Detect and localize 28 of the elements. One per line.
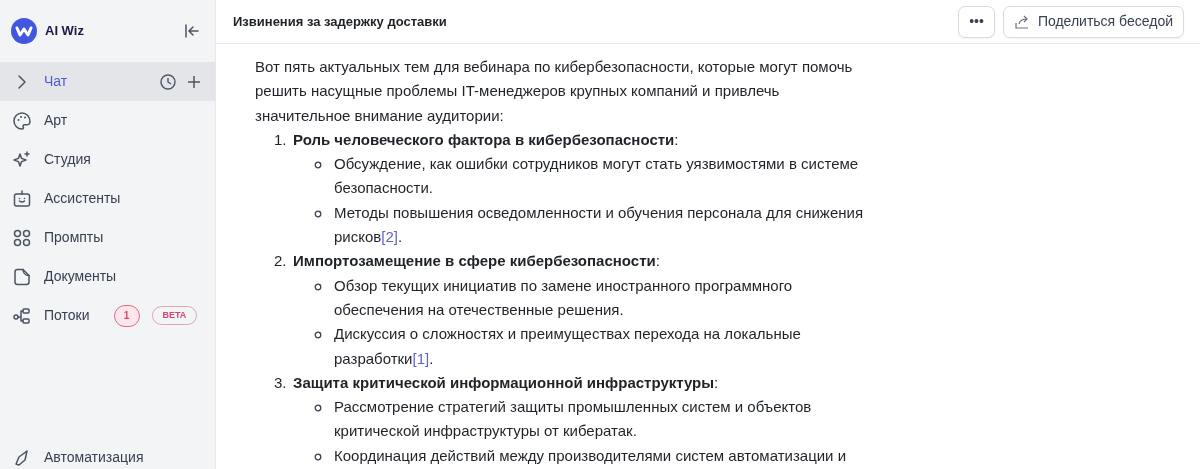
list-number: 3. (274, 372, 288, 393)
list-number: 2. (274, 251, 288, 272)
sidebar-item[interactable]: Потоки 1 BETA (0, 296, 215, 335)
count-badge: 1 (113, 304, 140, 327)
sidebar-item[interactable]: Документы (0, 257, 215, 296)
message-paragraph: Вот пять актуальных тем для вебинара по кибербезопасности, которые могут помочь решить насущные проблемы IT-менеджеров крупных компаний и привлечь значительное внимание аудитории: (255, 57, 854, 126)
more-button[interactable]: ••• (958, 5, 995, 38)
bullet-text: Координация действий между производителями систем автоматизации и (334, 445, 847, 466)
sidebar-item[interactable]: Арт (0, 101, 215, 140)
bullet-text: Дискуссия о сложностях и преимуществах перехода на локальные разработки[1]. (334, 324, 802, 369)
sidebar-item[interactable]: Промпты (0, 218, 215, 257)
app-name: AI Wiz (45, 22, 85, 41)
sidebar-item[interactable]: Чат (0, 62, 215, 101)
bullet-text: Обзор текущих инициатив по замене иностранного программного обеспечения на отечественные решения. (334, 275, 794, 320)
bullet-text: Рассмотрение стратегий защиты промышленных систем и объектов критической инфраструктуры от кибератак. (334, 397, 813, 442)
list-heading: Импортозамещение в сфере кибербезопасности: (293, 251, 660, 272)
sidebar-item[interactable]: Ассистенты (0, 179, 215, 218)
sidebar-item[interactable]: Автоматизация (0, 438, 215, 469)
list-heading: Защита критической информационной инфраструктуры: (293, 372, 719, 393)
bullet-text: Методы повышения осведомленности и обучения персонала для снижения рисков[2]. (334, 202, 865, 248)
sidebar-item[interactable]: Студия (0, 140, 215, 179)
citation-link[interactable]: [1] (412, 349, 430, 367)
list-number: 1. (274, 129, 288, 150)
citation-link[interactable]: [2] (381, 228, 398, 246)
chat-title: Извинения за задержку доставки (233, 12, 448, 31)
bullet-text: Обсуждение, как ошибки сотрудников могут стать уязвимостями в системе безопасности. (334, 154, 860, 199)
list-heading: Роль человеческого фактора в кибербезопасности: (293, 129, 679, 150)
share-button[interactable]: Поделиться беседой (1002, 5, 1184, 38)
